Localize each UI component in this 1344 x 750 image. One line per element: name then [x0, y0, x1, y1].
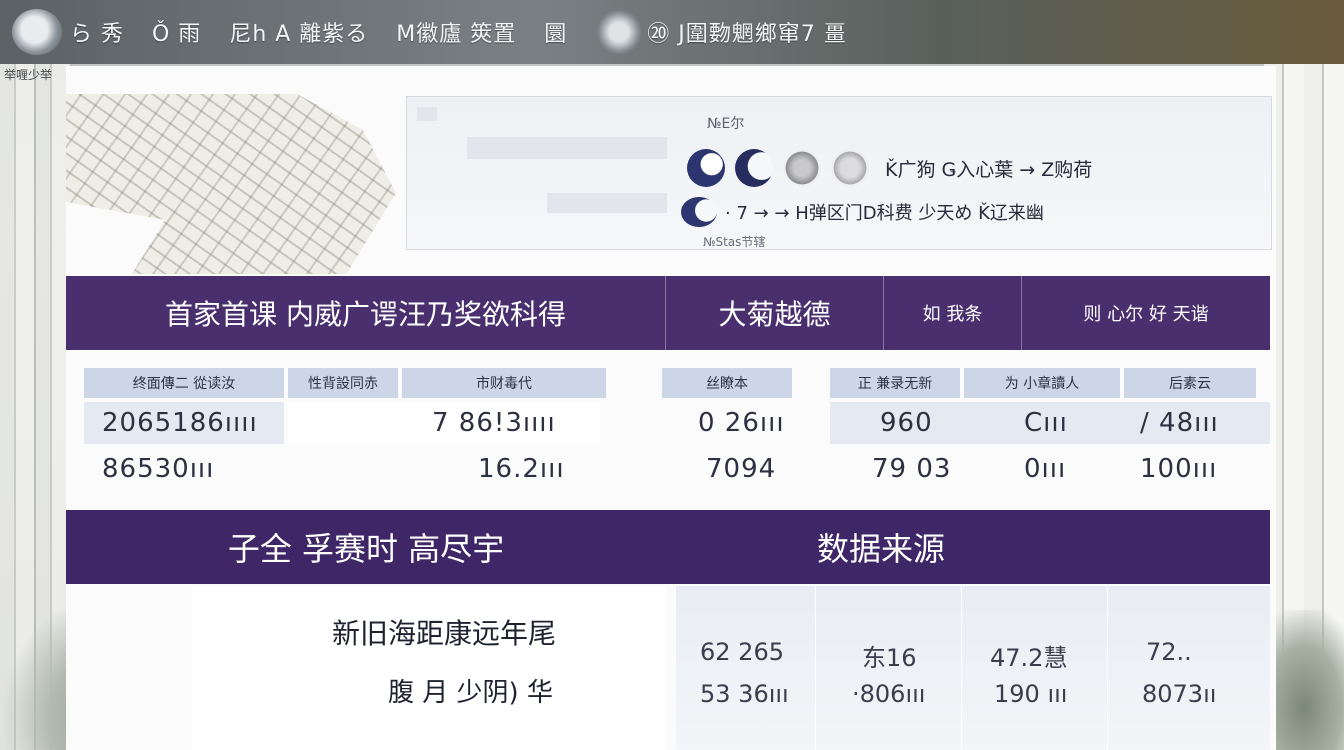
grid-value: 72..	[1146, 638, 1192, 666]
crescent-moon-icon[interactable]	[735, 149, 773, 187]
icon-row: Ǩ广狗 Ǥ入心葉 → Z购荷	[687, 149, 1092, 187]
info-foot: №Stas节辖	[703, 235, 766, 249]
band-cell: 则 心尔 好 天谐	[1083, 304, 1209, 325]
table-header: 正 兼录无新	[830, 368, 960, 398]
source-label-panel: 新旧海距康远年尾 腹 月 少阴) 华	[192, 586, 666, 750]
grid-value: 190 ııı	[994, 680, 1068, 708]
grid-value: 53 36ııı	[700, 680, 789, 708]
gray-circle-icon[interactable]	[783, 149, 821, 187]
grid-value: 62 265	[700, 638, 784, 666]
header-title-part: ⑳ J圍覅魍鄉窜7 畺	[647, 22, 847, 47]
ghost-box	[417, 107, 437, 121]
top-header: ら 秀 Ǒ 雨 尼h A 離紫る M徽廬 筴置 圜 ⑳ J圍覅魍鄉窜7 畺	[0, 0, 1344, 64]
ghost-bar	[467, 137, 667, 159]
header-title-part: 尼h A 離紫る	[229, 22, 369, 47]
grid-value: 8073ıı	[1142, 680, 1217, 708]
table-cell: 79 03	[872, 454, 952, 484]
ghost-bar	[547, 193, 667, 213]
source-line-1: 新旧海距康远年尾	[332, 617, 557, 650]
icon-row-2: · 7 → → H弹区门D科费 少天め Ǩ辽来幽	[681, 197, 1044, 227]
light-circle-icon[interactable]	[831, 149, 869, 187]
table-cell: 960	[880, 408, 933, 438]
band-cell: 大菊越德	[666, 276, 884, 350]
table-cell: ∕ 48ııı	[1140, 408, 1219, 438]
table-cell: 86530ııı	[102, 454, 215, 484]
icon-row-2-label: · 7 → → H弹区门D科费 少天め Ǩ辽来幽	[725, 203, 1044, 224]
header-title-part: Ǒ 雨	[152, 22, 202, 47]
table-header: 后素云	[1124, 368, 1256, 398]
sub-note: 举喱少举	[4, 68, 53, 82]
grid-value: 47.2慧	[990, 644, 1068, 672]
info-card: №E尔 Ǩ广狗 Ǥ入心葉 → Z购荷 · 7 → → H弹区门D科费 少天め Ǩ…	[406, 96, 1272, 250]
grid-value: 东16	[862, 644, 917, 672]
table-cell: 16.2ııı	[478, 454, 565, 484]
main-panel: №E尔 Ǩ广狗 Ǥ入心葉 → Z购荷 · 7 → → H弹区门D科费 少天め Ǩ…	[66, 66, 1276, 750]
band-cell: 如 我条	[884, 276, 1022, 350]
info-hint: №E尔	[707, 116, 745, 132]
table-header: 终面傳二 從读汝	[84, 368, 284, 398]
grid-value: ·806ııı	[852, 680, 926, 708]
band-cell: 首家首课 内威广谔汪乃奖欲科得	[66, 276, 666, 350]
table-header: 市财毒代	[402, 368, 606, 398]
table-row: 86530ııı 16.2ııı 7094 79 03 0ııı 100ııı	[66, 450, 1270, 488]
moon-small-icon[interactable]	[681, 197, 717, 227]
moon-dark-icon[interactable]	[687, 149, 725, 187]
icon-row-label: Ǩ广狗 Ǥ入心葉 → Z购荷	[885, 158, 1093, 181]
table-header: 为 小章讀人	[964, 368, 1120, 398]
band-cell: 数据来源	[816, 530, 945, 568]
header-title-part: 圜	[544, 22, 568, 47]
table-header: 丝瞭本	[662, 368, 792, 398]
header-title-part: M徽廬 筴置	[396, 22, 517, 47]
table-cell: 100ııı	[1140, 454, 1218, 484]
table-cell: 0ııı	[1024, 454, 1067, 484]
emblem-icon	[597, 10, 642, 54]
map-thumbnail[interactable]	[66, 94, 396, 274]
table-cell: Cııı	[1024, 408, 1068, 438]
table-row: 2065186ıııı 7 86!3ıııı 0 26ııı 960 Cııı …	[66, 404, 1270, 442]
header-title-part: ら 秀	[70, 22, 124, 47]
source-header-band: 子全 孚赛时 高尽宇 数据来源	[66, 510, 1270, 584]
table-cell: 7094	[706, 454, 777, 484]
table-cell: 2065186ıııı	[102, 408, 258, 438]
grid-column	[676, 586, 816, 750]
table-cell: 0 26ııı	[698, 408, 785, 438]
source-line-2: 腹 月 少阴) 华	[388, 678, 553, 708]
seal-logo-icon	[12, 9, 62, 55]
source-values-grid: 62 265 东16 47.2慧 72.. 53 36ııı ·806ııı 1…	[676, 586, 1270, 750]
table-header: 性背設同赤	[288, 368, 398, 398]
band-cell: 子全 孚赛时 高尽宇	[227, 530, 505, 568]
table-cell: 7 86!3ıııı	[432, 408, 556, 438]
summary-header-band: 首家首课 内威广谔汪乃奖欲科得 大菊越德 如 我条 则 心尔 好 天谐	[66, 276, 1270, 350]
